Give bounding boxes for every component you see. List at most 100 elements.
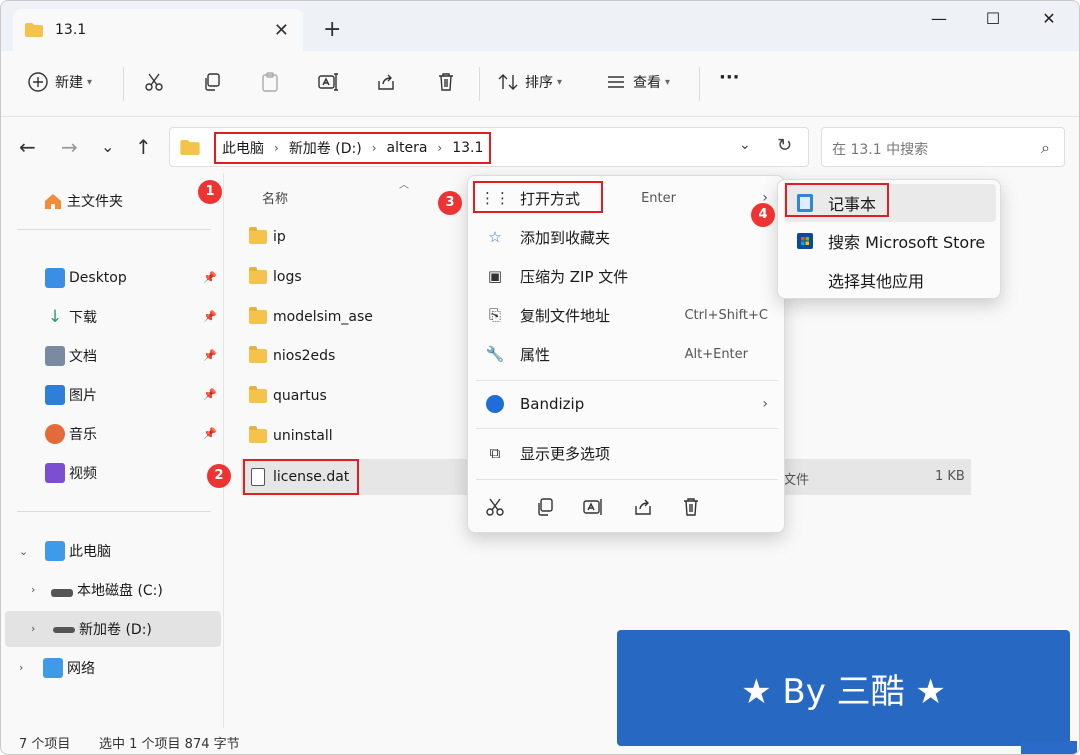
- maximize-button[interactable]: ☐: [973, 9, 1013, 28]
- pin-icon[interactable]: 📌: [203, 310, 217, 323]
- sidebar-item-drive-d[interactable]: › 新加卷 (D:): [5, 611, 221, 647]
- sort-label: 排序: [525, 75, 553, 91]
- minimize-button[interactable]: —: [919, 9, 959, 28]
- chevron-right-icon[interactable]: ›: [31, 583, 35, 596]
- view-button[interactable]: 查看 ▾: [605, 71, 670, 93]
- chevron-right-icon[interactable]: ›: [19, 661, 23, 674]
- chevron-right-icon[interactable]: ›: [437, 141, 442, 155]
- step-badge-1: 1: [198, 180, 222, 204]
- breadcrumb-altera[interactable]: altera: [387, 140, 428, 156]
- status-selection: 选中 1 个项目 874 字节: [99, 737, 240, 752]
- breadcrumb: 此电脑 › 新加卷 (D:) › altera › 13.1: [214, 132, 492, 164]
- menu-item-properties[interactable]: 🔧 属性 Alt+Enter: [468, 336, 786, 372]
- sidebar-item-documents[interactable]: 文档 📌: [1, 338, 223, 374]
- address-dropdown-icon[interactable]: ⌄: [739, 137, 751, 153]
- up-button[interactable]: ↑: [135, 135, 152, 159]
- sidebar-item-label: 文档: [69, 349, 97, 365]
- pin-icon[interactable]: 📌: [203, 271, 217, 284]
- sidebar-item-music[interactable]: 音乐 📌: [1, 416, 223, 452]
- sidebar-item-label: 本地磁盘 (C:): [77, 583, 163, 599]
- cut-button[interactable]: [143, 71, 165, 93]
- store-icon: [797, 233, 813, 249]
- copy-icon[interactable]: [534, 496, 556, 518]
- tab-close-icon[interactable]: ✕: [274, 20, 289, 41]
- menu-item-compress-zip[interactable]: ▣ 压缩为 ZIP 文件: [468, 258, 786, 294]
- sidebar-item-drive-c[interactable]: › 本地磁盘 (C:): [1, 572, 223, 608]
- back-button[interactable]: ←: [19, 135, 36, 159]
- share-icon[interactable]: [632, 496, 654, 518]
- chevron-right-icon[interactable]: ›: [372, 141, 377, 155]
- view-lines-icon: [608, 76, 624, 88]
- chevron-right-icon[interactable]: ›: [31, 622, 35, 635]
- star-icon: ☆: [488, 228, 502, 246]
- folder-icon: [249, 346, 267, 363]
- file-license-dat[interactable]: license.dat: [243, 459, 360, 495]
- forward-button[interactable]: →: [61, 135, 78, 159]
- folder-icon: [249, 267, 267, 284]
- breadcrumb-13-1[interactable]: 13.1: [452, 140, 483, 156]
- recent-locations-button[interactable]: ⌄: [101, 137, 114, 156]
- sidebar-item-videos[interactable]: 视频: [1, 455, 223, 491]
- copy-path-icon: ⎘: [488, 306, 501, 324]
- submenu-item-ms-store[interactable]: 搜索 Microsoft Store: [778, 222, 1002, 260]
- menu-divider: [476, 380, 778, 381]
- tab-13-1[interactable]: 13.1 ✕: [13, 9, 303, 51]
- menu-item-shortcut: Alt+Enter: [684, 346, 748, 362]
- plus-circle-icon: [28, 72, 48, 92]
- drive-icon: [53, 627, 75, 633]
- search-input[interactable]: 在 13.1 中搜索 ⌕: [821, 127, 1065, 167]
- view-toggle[interactable]: [1021, 741, 1077, 754]
- pin-icon[interactable]: 📌: [203, 349, 217, 362]
- chevron-down-icon[interactable]: ⌄: [19, 545, 28, 558]
- new-button[interactable]: 新建 ▾: [27, 71, 92, 93]
- share-button[interactable]: [375, 71, 397, 93]
- file-size: 1 KB: [935, 469, 965, 484]
- rename-icon[interactable]: [582, 496, 604, 518]
- sidebar-item-downloads[interactable]: ↓ 下载 📌: [1, 299, 223, 335]
- sidebar-item-network[interactable]: › 网络: [1, 650, 223, 686]
- sidebar-divider: [17, 511, 211, 512]
- submenu-item-choose-app[interactable]: 选择其他应用: [778, 261, 1002, 299]
- zip-folder-icon: ▣: [487, 267, 503, 285]
- close-button[interactable]: ✕: [1029, 9, 1069, 28]
- scissors-icon[interactable]: [484, 496, 506, 518]
- paste-button[interactable]: [259, 71, 281, 93]
- pictures-icon: [45, 385, 65, 405]
- rename-button[interactable]: [317, 71, 339, 93]
- menu-item-label: 添加到收藏夹: [520, 228, 611, 247]
- sidebar-item-home[interactable]: 主文件夹: [1, 183, 223, 219]
- column-header-name[interactable]: 名称: [262, 188, 288, 207]
- trash-icon[interactable]: [680, 496, 702, 518]
- menu-item-copy-path[interactable]: ⎘ 复制文件地址 Ctrl+Shift+C: [468, 297, 786, 333]
- menu-item-bandizip[interactable]: Bandizip ›: [468, 386, 786, 422]
- download-icon: ↓: [47, 307, 63, 327]
- file-explorer-window: 13.1 ✕ + — ☐ ✕ 新建 ▾ 排序 ▾ 查看 ▾ ··· ← → ⌄ …: [0, 0, 1080, 755]
- breadcrumb-drive-d[interactable]: 新加卷 (D:): [289, 138, 362, 158]
- breadcrumb-this-pc[interactable]: 此电脑: [222, 138, 264, 158]
- menu-item-show-more[interactable]: ⧉ 显示更多选项: [468, 435, 786, 471]
- refresh-icon[interactable]: ↻: [777, 135, 792, 156]
- sidebar-item-desktop[interactable]: Desktop 📌: [1, 260, 223, 296]
- sort-button[interactable]: 排序 ▾: [497, 71, 562, 93]
- chevron-down-icon: ▾: [87, 76, 93, 88]
- sidebar-item-label: Desktop: [69, 270, 127, 286]
- pin-icon[interactable]: 📌: [203, 427, 217, 440]
- more-options-button[interactable]: ···: [719, 67, 740, 88]
- new-tab-button[interactable]: +: [323, 17, 341, 42]
- chevron-right-icon: ›: [762, 396, 768, 412]
- chevron-right-icon[interactable]: ›: [274, 141, 279, 155]
- file-name: logs: [273, 269, 302, 285]
- sidebar-item-pictures[interactable]: 图片 📌: [1, 377, 223, 413]
- pin-icon[interactable]: 📌: [203, 388, 217, 401]
- sidebar-item-this-pc[interactable]: ⌄ 此电脑: [1, 533, 223, 569]
- music-icon: [45, 424, 65, 444]
- menu-item-add-favorites[interactable]: ☆ 添加到收藏夹: [468, 219, 786, 255]
- copy-button[interactable]: [201, 71, 223, 93]
- toolbar-divider: [123, 67, 124, 101]
- menu-item-label: 显示更多选项: [520, 444, 611, 463]
- delete-button[interactable]: [435, 71, 457, 93]
- clipboard-icon: [262, 72, 278, 92]
- sidebar-item-label: 下载: [69, 310, 97, 326]
- pane-divider: [223, 173, 224, 728]
- file-name: ip: [273, 229, 286, 245]
